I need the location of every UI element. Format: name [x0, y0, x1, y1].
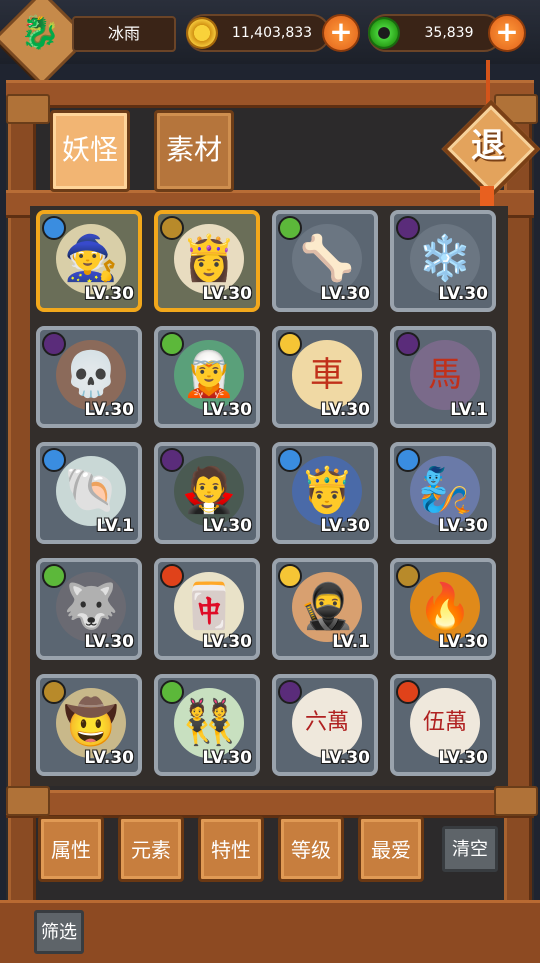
dark-element-icon	[278, 680, 302, 704]
monster-level: LV.30	[202, 284, 252, 304]
wood-element-icon	[160, 332, 184, 356]
tab-monsters[interactable]: 妖怪	[50, 110, 130, 192]
monster-card[interactable]: 馬 LV.1	[390, 326, 496, 428]
exit-label: 退	[471, 126, 505, 166]
filter-favorite-button[interactable]: 最爱	[358, 816, 424, 882]
monster-level: LV.30	[320, 516, 370, 536]
monster-card[interactable]: 🥷 LV.1	[272, 558, 378, 660]
water-element-icon	[42, 216, 66, 240]
monster-card[interactable]: 🐚 LV.1	[36, 442, 142, 544]
earth-element-icon	[160, 216, 184, 240]
monster-card[interactable]: 🦴 LV.30	[272, 210, 378, 312]
light-element-icon	[278, 564, 302, 588]
dark-element-icon	[160, 448, 184, 472]
earth-element-icon	[396, 564, 420, 588]
add-jade-button[interactable]: +	[488, 14, 526, 52]
monster-card[interactable]: 🧛 LV.30	[154, 442, 260, 544]
monster-card[interactable]: 伍萬 LV.30	[390, 674, 496, 776]
monster-level: LV.30	[84, 748, 134, 768]
monster-level: LV.1	[96, 516, 134, 536]
jade-value: 35,839	[424, 25, 474, 41]
clear-filter-button[interactable]: 清空	[442, 826, 498, 872]
bracket	[6, 94, 50, 124]
monster-level: LV.30	[84, 632, 134, 652]
monster-level: LV.30	[438, 516, 488, 536]
filter-attribute-button[interactable]: 属性	[38, 816, 104, 882]
monster-card[interactable]: 六萬 LV.30	[272, 674, 378, 776]
dragon-icon: 🐉	[20, 13, 60, 51]
monster-level: LV.30	[438, 748, 488, 768]
monster-level: LV.30	[202, 400, 252, 420]
top-bar: 🐉 冰雨 11,403,833 + 35,839 +	[0, 0, 540, 87]
wood-element-icon	[42, 564, 66, 588]
jade-counter: 35,839	[368, 14, 502, 52]
wood-element-icon	[160, 680, 184, 704]
filter-level-button[interactable]: 等级	[278, 816, 344, 882]
add-gold-button[interactable]: +	[322, 14, 360, 52]
light-element-icon	[278, 332, 302, 356]
monster-card[interactable]: 👯 LV.30	[154, 674, 260, 776]
monster-card[interactable]: 車 LV.30	[272, 326, 378, 428]
water-element-icon	[42, 448, 66, 472]
monster-level: LV.30	[84, 400, 134, 420]
monster-card[interactable]: 🔥 LV.30	[390, 558, 496, 660]
dark-element-icon	[42, 332, 66, 356]
monster-level: LV.1	[332, 632, 370, 652]
wood-element-icon	[278, 216, 302, 240]
monster-card[interactable]: ❄️ LV.30	[390, 210, 496, 312]
monster-card[interactable]: 🧞 LV.30	[390, 442, 496, 544]
gold-counter: 11,403,833	[186, 14, 330, 52]
bracket	[494, 786, 538, 816]
tab-materials[interactable]: 素材	[154, 110, 234, 192]
monster-level: LV.30	[438, 632, 488, 652]
monster-level: LV.30	[320, 748, 370, 768]
fire-element-icon	[160, 564, 184, 588]
player-name: 冰雨	[72, 16, 176, 52]
gold-coin-icon	[186, 17, 218, 49]
dark-element-icon	[396, 216, 420, 240]
monster-level: LV.30	[438, 284, 488, 304]
monster-level: LV.30	[202, 748, 252, 768]
fire-element-icon	[396, 680, 420, 704]
lower-shelf-beam	[6, 790, 534, 818]
monster-level: LV.30	[202, 516, 252, 536]
water-element-icon	[396, 448, 420, 472]
monster-card[interactable]: 🐺 LV.30	[36, 558, 142, 660]
dark-element-icon	[396, 332, 420, 356]
monster-card[interactable]: 🤴 LV.30	[272, 442, 378, 544]
filter-trait-button[interactable]: 特性	[198, 816, 264, 882]
monster-level: LV.30	[202, 632, 252, 652]
monster-level: LV.30	[320, 284, 370, 304]
jade-coin-icon	[368, 17, 400, 49]
monster-level: LV.1	[450, 400, 488, 420]
monster-card[interactable]: 👸 LV.30	[154, 210, 260, 312]
exit-button[interactable]: 退	[441, 99, 540, 199]
gold-value: 11,403,833	[231, 25, 313, 41]
earth-element-icon	[42, 680, 66, 704]
monster-card[interactable]: 🧝 LV.30	[154, 326, 260, 428]
monster-card[interactable]: 🧙 LV.30	[36, 210, 142, 312]
monster-level: LV.30	[320, 400, 370, 420]
screen-button[interactable]: 筛选	[34, 910, 84, 954]
monster-card[interactable]: 💀 LV.30	[36, 326, 142, 428]
water-element-icon	[278, 448, 302, 472]
monster-card[interactable]: 🀄 LV.30	[154, 558, 260, 660]
filter-element-button[interactable]: 元素	[118, 816, 184, 882]
monster-card[interactable]: 🤠 LV.30	[36, 674, 142, 776]
monster-level: LV.30	[84, 284, 134, 304]
bracket	[6, 786, 50, 816]
